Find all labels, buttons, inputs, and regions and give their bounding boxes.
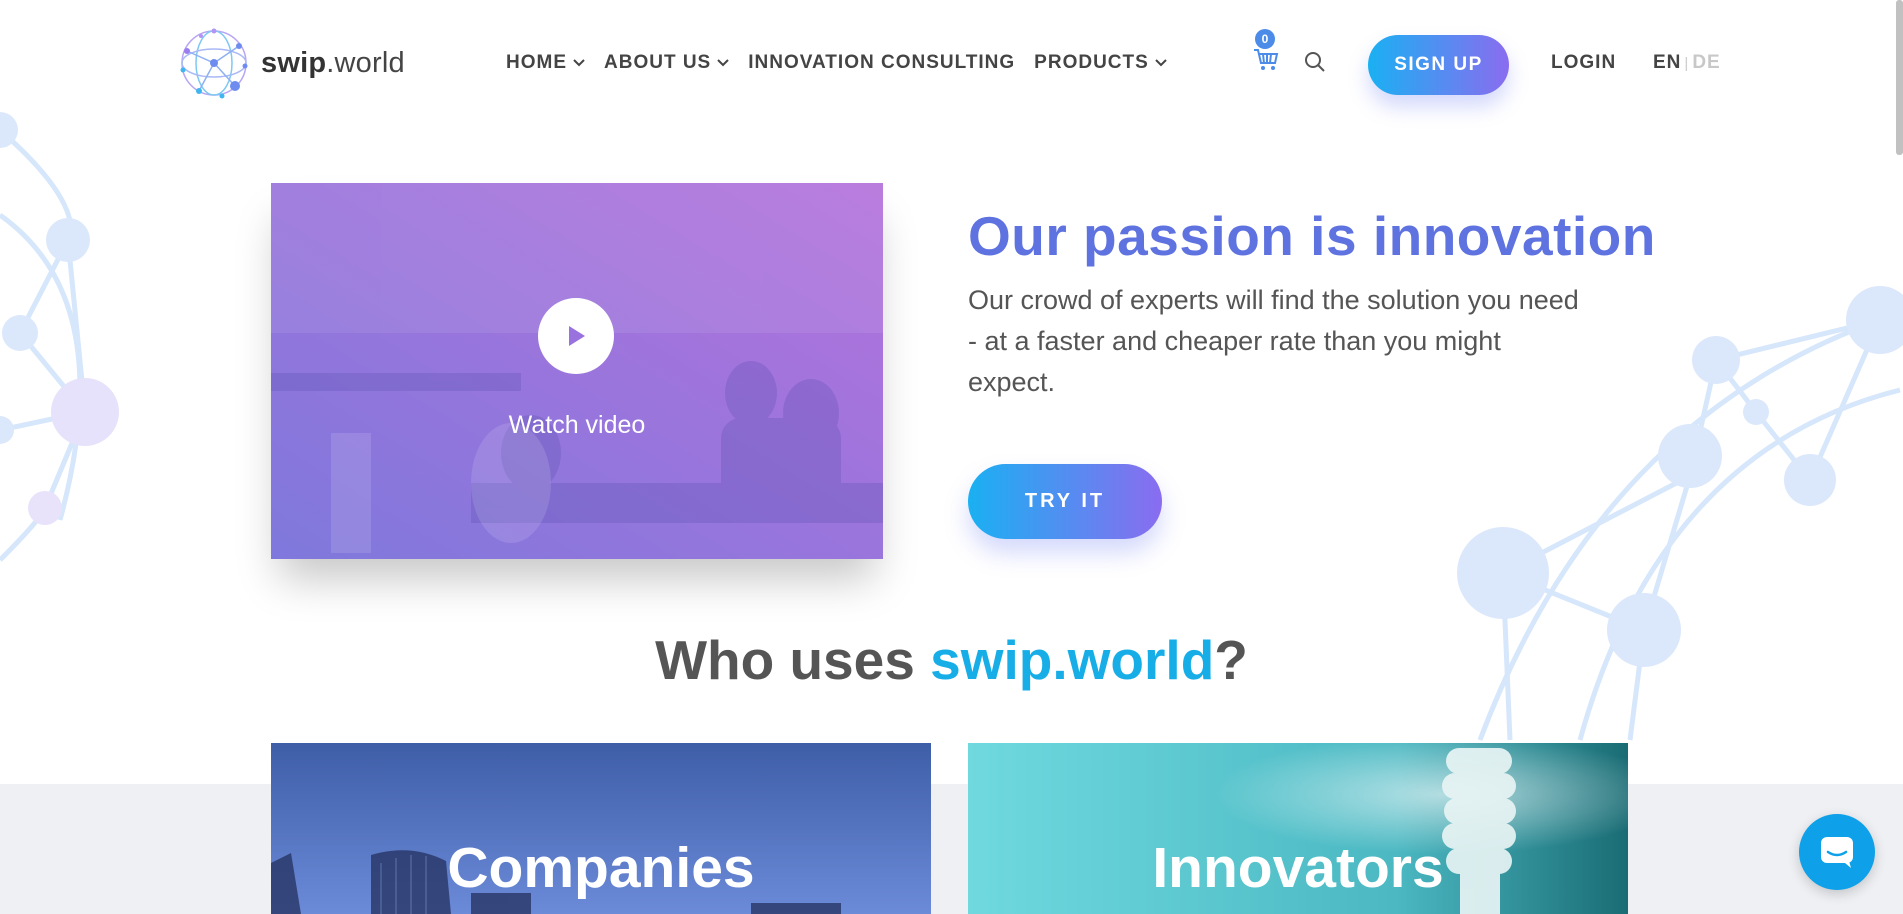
who-uses-heading: Who uses swip.world? bbox=[0, 628, 1903, 692]
nav-item-label: ABOUT US bbox=[604, 52, 712, 73]
logo[interactable]: swip.world bbox=[177, 26, 405, 100]
play-icon bbox=[569, 326, 585, 346]
hero-title: Our passion is innovation bbox=[968, 205, 1656, 267]
video-thumbnail[interactable]: Watch video bbox=[271, 183, 883, 559]
login-link[interactable]: LOGIN bbox=[1551, 52, 1616, 74]
innovators-card-label: Innovators bbox=[1152, 836, 1444, 900]
watch-video-label: Watch video bbox=[508, 411, 646, 439]
nav-item-home[interactable]: HOME bbox=[506, 52, 585, 74]
shopping-cart-icon[interactable] bbox=[1252, 45, 1280, 73]
chat-widget-button[interactable] bbox=[1799, 814, 1875, 890]
try-it-button[interactable]: TRY IT bbox=[968, 464, 1162, 539]
cart-count-badge: 0 bbox=[1255, 29, 1275, 49]
logo-wordmark: swip.world bbox=[261, 47, 405, 80]
play-button[interactable] bbox=[538, 298, 614, 374]
hero-subtitle: Our crowd of experts will find the solut… bbox=[968, 285, 1579, 397]
companies-card-label: Companies bbox=[447, 836, 755, 900]
nav-item-innovation-consulting[interactable]: INNOVATION CONSULTING bbox=[748, 52, 1015, 74]
who-uses-prefix: Who uses bbox=[655, 629, 931, 691]
lang-de[interactable]: DE bbox=[1692, 52, 1720, 73]
innovators-card[interactable]: Innovators bbox=[968, 743, 1628, 914]
nav-item-label: HOME bbox=[506, 52, 567, 73]
chat-bubble-icon bbox=[1821, 837, 1853, 868]
chevron-down-icon bbox=[1155, 59, 1167, 67]
who-uses-suffix: ? bbox=[1214, 629, 1248, 691]
lang-separator: | bbox=[1684, 55, 1690, 72]
logo-wordmark-bold: swip bbox=[261, 46, 327, 79]
chevron-down-icon bbox=[717, 59, 729, 67]
chevron-down-icon bbox=[573, 59, 585, 67]
lang-en[interactable]: EN bbox=[1653, 52, 1681, 73]
nav-item-label: INNOVATION CONSULTING bbox=[748, 52, 1016, 73]
sign-up-button[interactable]: SIGN UP bbox=[1368, 35, 1509, 95]
logo-wordmark-rest: .world bbox=[326, 46, 405, 79]
companies-card[interactable]: Companies bbox=[271, 743, 931, 914]
nav-item-about-us[interactable]: ABOUT US bbox=[604, 52, 729, 74]
who-uses-brand: swip.world bbox=[930, 629, 1215, 691]
network-sphere-icon bbox=[180, 28, 248, 99]
main-nav: HOME ABOUT US INNOVATION CONSULTING PROD… bbox=[506, 52, 1167, 74]
search-icon[interactable] bbox=[1303, 50, 1327, 74]
nav-item-label: PRODUCTS bbox=[1034, 52, 1149, 73]
nav-item-products[interactable]: PRODUCTS bbox=[1034, 52, 1167, 74]
page-scrollbar[interactable] bbox=[1896, 0, 1903, 155]
language-switcher: EN | DE bbox=[1653, 52, 1721, 74]
site-header: swip.world HOME ABOUT US INNOVATION CONS… bbox=[0, 0, 1903, 128]
